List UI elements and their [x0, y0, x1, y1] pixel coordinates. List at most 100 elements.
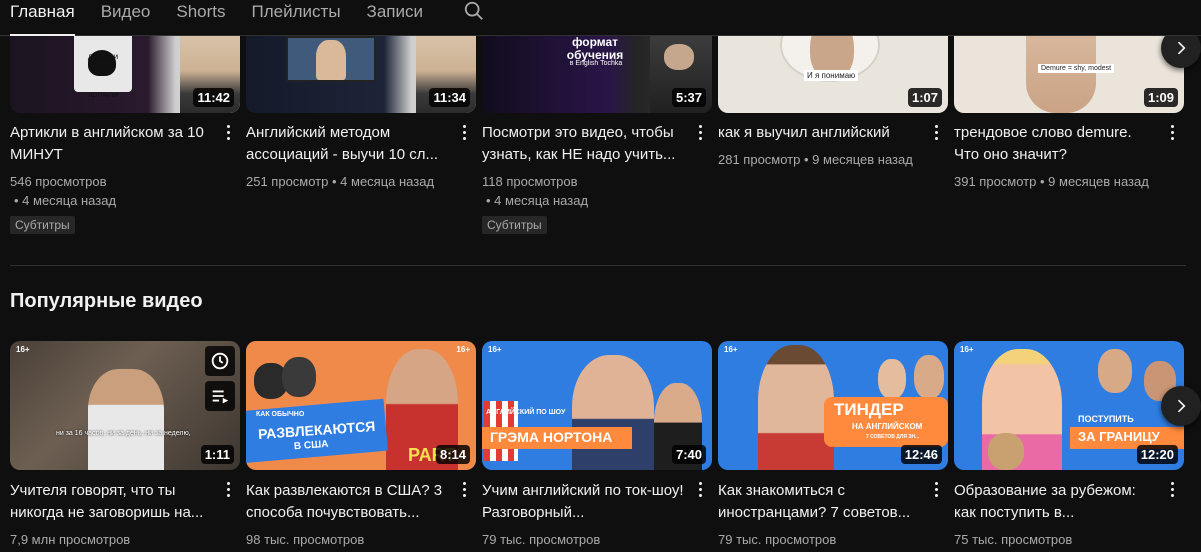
thumbnail-headline: ТИНДЕР: [834, 400, 904, 419]
age-rating: 16+: [488, 345, 502, 354]
video-duration: 1:11: [200, 445, 234, 464]
more-options-icon[interactable]: [692, 122, 708, 142]
more-options-icon[interactable]: [928, 122, 944, 142]
video-thumbnail[interactable]: 16+ АНГЛИЙСКИЙ ПО ШОУ ГРЭМА НОРТОНА 7:40: [482, 341, 712, 470]
thumbnail-small-text: КАК ОБЫЧНО: [256, 411, 305, 418]
person-figure: [572, 355, 654, 470]
video-thumbnail[interactable]: 16+ ни за 16 часов, ни за день, ни за не…: [10, 341, 240, 470]
video-duration: 8:14: [435, 445, 470, 464]
search-icon[interactable]: [463, 0, 485, 22]
person-figure: [914, 355, 944, 399]
section-title[interactable]: Популярные видео: [10, 290, 203, 313]
thumbnail-headline: ГРЭМА НОРТОНА: [490, 429, 613, 445]
publish-date: • 4 месяца назад: [14, 193, 117, 208]
thumbnail-headline: формат обучения: [566, 36, 624, 62]
video-card[interactable]: 11:34 Английский методом ассоциаций - вы…: [246, 36, 476, 234]
video-thumbnail[interactable]: И я понимаю 1:07: [718, 36, 948, 113]
thumbnail-caption: ни за 16 часов, ни за день, ни за неделю…: [56, 430, 191, 437]
video-stats: 251 просмотр • 4 месяца назад: [246, 172, 476, 191]
video-title[interactable]: как я выучил английский: [718, 122, 948, 144]
view-count: 546 просмотров: [10, 174, 107, 189]
video-card[interactable]: И я понимаю 1:07 как я выучил английский…: [718, 36, 948, 234]
tab-shorts[interactable]: Shorts: [176, 0, 225, 36]
video-duration: 12:20: [1136, 445, 1178, 464]
video-title[interactable]: Артикли в английском за 10 МИНУТ: [10, 122, 240, 166]
video-thumbnail[interactable]: формат обучения в English Tochka 5:37: [482, 36, 712, 113]
tab-posts[interactable]: Записи: [367, 0, 423, 36]
more-options-icon[interactable]: [220, 479, 236, 499]
more-options-icon[interactable]: [456, 122, 472, 142]
thumbnail-subline: НА АНГЛИЙСКОМ: [852, 422, 923, 431]
video-thumbnail[interactable]: 16+ ПОСТУПИТЬ ЗА ГРАНИЦУ 12:20: [954, 341, 1184, 470]
popular-videos-shelf: 16+ ни за 16 часов, ни за день, ни за не…: [10, 341, 1184, 549]
video-stats: 118 просмотров • 4 месяца назад: [482, 172, 712, 210]
view-count: 118 просмотров: [482, 174, 578, 189]
video-thumbnail[interactable]: Demure = shy, modest 1:09: [954, 36, 1184, 113]
video-title[interactable]: трендовое слово demure. Что оно значит?: [954, 122, 1184, 166]
video-title[interactable]: Учим английский по ток-шоу! Разговорный.…: [482, 480, 712, 524]
watch-later-icon[interactable]: [205, 346, 235, 376]
video-card[interactable]: 16+ АНГЛИЙСКИЙ ПО ШОУ ГРЭМА НОРТОНА 7:40…: [482, 341, 712, 549]
video-thumbnail[interactable]: 11:34: [246, 36, 476, 113]
person-figure: [1026, 36, 1096, 113]
more-options-icon[interactable]: [1164, 122, 1180, 142]
tab-home[interactable]: Главная: [10, 0, 75, 36]
channel-tabs: Главная Видео Shorts Плейлисты Записи: [0, 0, 1201, 36]
more-options-icon[interactable]: [692, 479, 708, 499]
more-options-icon[interactable]: [928, 479, 944, 499]
age-rating: 16+: [960, 345, 974, 354]
thumbnail-subline: в English Tochka: [569, 60, 623, 67]
more-options-icon[interactable]: [456, 479, 472, 499]
age-rating: 16+: [456, 345, 470, 354]
video-card[interactable]: достали артикли 11:42 Артикли в английск…: [10, 36, 240, 234]
view-count: 7,9 млн просмотров: [10, 532, 131, 547]
video-meta: как я выучил английский 281 просмотр • 9…: [718, 113, 948, 169]
age-rating: 16+: [16, 345, 30, 354]
video-card[interactable]: 16+ ПОСТУПИТЬ ЗА ГРАНИЦУ 12:20 Образован…: [954, 341, 1184, 549]
more-options-icon[interactable]: [1164, 479, 1180, 499]
video-card[interactable]: 16+ PART КАК ОБЫЧНО РАЗВЛЕКАЮТСЯ В США 8…: [246, 341, 476, 549]
view-count: 98 тыс. просмотров: [246, 532, 365, 547]
video-card[interactable]: 16+ ни за 16 часов, ни за день, ни за не…: [10, 341, 240, 549]
tab-playlists[interactable]: Плейлисты: [252, 0, 341, 36]
video-duration: 1:09: [1143, 88, 1178, 107]
view-count: 79 тыс. просмотров: [718, 532, 837, 547]
video-card[interactable]: Demure = shy, modest 1:09 трендовое слов…: [954, 36, 1184, 234]
section-divider: [10, 265, 1186, 266]
video-title[interactable]: Английский методом ассоциаций - выучи 10…: [246, 122, 476, 166]
video-thumbnail[interactable]: 16+ ТИНДЕР НА АНГЛИЙСКОМ 7 СОВЕТОВ ДЛЯ З…: [718, 341, 948, 470]
view-count: 75 тыс. просмотров: [954, 532, 1073, 547]
video-meta: Учителя говорят, что ты никогда не загов…: [10, 470, 240, 549]
video-title[interactable]: Как знакомиться с иностранцами? 7 совето…: [718, 480, 948, 524]
view-count: 251 просмотр: [246, 174, 329, 189]
thumbnail-sticker-text: достали артикли: [87, 52, 119, 99]
tab-videos[interactable]: Видео: [101, 0, 151, 36]
video-meta: Английский методом ассоциаций - выучи 10…: [246, 113, 476, 191]
video-meta: Учим английский по ток-шоу! Разговорный.…: [482, 470, 712, 549]
video-thumbnail[interactable]: достали артикли 11:42: [10, 36, 240, 113]
video-duration: 11:42: [193, 88, 234, 107]
video-stats: 546 просмотров • 4 месяца назад: [10, 172, 240, 210]
video-meta: Как знакомиться с иностранцами? 7 совето…: [718, 470, 948, 549]
thumbnail-small-text: ПОСТУПИТЬ: [1078, 414, 1134, 424]
more-options-icon[interactable]: [220, 122, 236, 142]
video-stats: 281 просмотр • 9 месяцев назад: [718, 150, 948, 169]
videos-shelf: достали артикли 11:42 Артикли в английск…: [10, 36, 1184, 234]
publish-date: • 4 месяца назад: [486, 193, 589, 208]
thumbnail-headline: ЗА ГРАНИЦУ: [1078, 429, 1160, 444]
view-count: 281 просмотр: [718, 152, 801, 167]
video-duration: 5:37: [671, 88, 706, 107]
video-title[interactable]: Посмотри это видео, чтобы узнать, как НЕ…: [482, 122, 712, 166]
video-title[interactable]: Учителя говорят, что ты никогда не загов…: [10, 480, 240, 524]
video-card[interactable]: формат обучения в English Tochka 5:37 По…: [482, 36, 712, 234]
add-to-queue-icon[interactable]: [205, 381, 235, 411]
video-meta: Артикли в английском за 10 МИНУТ 546 про…: [10, 113, 240, 234]
thumbnail-small-text: 7 СОВЕТОВ ДЛЯ ЗН...: [866, 434, 920, 440]
video-thumbnail[interactable]: 16+ PART КАК ОБЫЧНО РАЗВЛЕКАЮТСЯ В США 8…: [246, 341, 476, 470]
next-arrow-button[interactable]: [1161, 386, 1201, 426]
video-meta: Посмотри это видео, чтобы узнать, как НЕ…: [482, 113, 712, 234]
video-card[interactable]: 16+ ТИНДЕР НА АНГЛИЙСКОМ 7 СОВЕТОВ ДЛЯ З…: [718, 341, 948, 549]
person-figure: [1098, 349, 1132, 393]
video-title[interactable]: Как развлекаются в США? 3 способа почувс…: [246, 480, 476, 524]
video-title[interactable]: Образование за рубежом: как поступить в.…: [954, 480, 1184, 524]
